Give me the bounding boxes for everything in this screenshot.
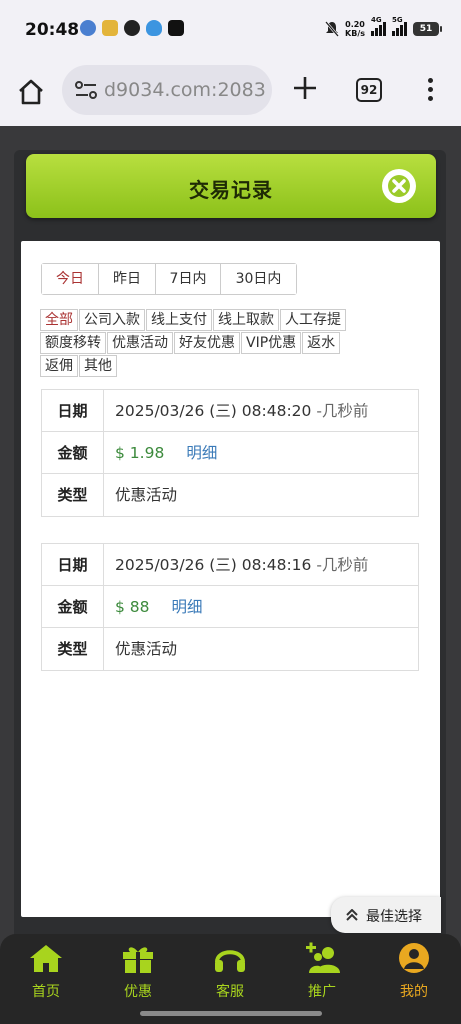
record-date: 2025/03/26 (三) 08:48:16 — [115, 556, 312, 574]
nav-referral[interactable]: 推广 — [292, 942, 352, 1001]
url-text: d9034.com:2083 — [104, 79, 266, 101]
modal-header: 交易记录 — [26, 154, 436, 218]
transaction-panel: 今日 昨日 7日内 30日内 全部 公司入款 线上支付 线上取款 人工存提 额度… — [21, 241, 440, 917]
tab-switcher-button[interactable]: 92 — [356, 78, 382, 102]
filter-transfer[interactable]: 额度移转 — [40, 332, 106, 354]
home-icon[interactable] — [16, 77, 46, 107]
filter-online-payment[interactable]: 线上支付 — [146, 309, 212, 331]
record-amount: $ 1.98 — [115, 444, 165, 462]
filter-all[interactable]: 全部 — [40, 309, 78, 331]
filter-online-withdraw[interactable]: 线上取款 — [213, 309, 279, 331]
record-type: 优惠活动 — [115, 640, 178, 658]
filter-commission[interactable]: 返佣 — [40, 355, 78, 377]
detail-link[interactable]: 明细 — [186, 444, 217, 462]
tiktok-icon — [168, 20, 184, 36]
gift-icon — [123, 947, 153, 973]
filter-rebate[interactable]: 返水 — [302, 332, 341, 354]
system-status-icons: 0.20 KB/s 4G 5G 51 — [325, 16, 442, 38]
nav-promotions[interactable]: 优惠 — [108, 942, 168, 1001]
record-date: 2025/03/26 (三) 08:48:20 — [115, 402, 312, 420]
status-time: 20:48 — [25, 20, 80, 40]
signal-5g: 5G — [392, 16, 407, 36]
nav-home[interactable]: 首页 — [16, 942, 76, 1001]
record-type-row: 类型 优惠活动 — [42, 474, 418, 516]
tab-today[interactable]: 今日 — [42, 264, 99, 294]
date-range-tabs: 今日 昨日 7日内 30日内 — [41, 263, 297, 295]
network-speed: 0.20 KB/s — [345, 20, 365, 38]
status-bar: 20:48 0.20 KB/s 4G 5G 51 — [0, 0, 461, 60]
notification-icons — [80, 20, 184, 36]
filter-promotion[interactable]: 优惠活动 — [107, 332, 173, 354]
tab-7-days[interactable]: 7日内 — [156, 264, 221, 294]
type-filter-group: 全部 公司入款 线上支付 线上取款 人工存提 额度移转 优惠活动 好友优惠 VI… — [40, 309, 400, 378]
user-icon — [399, 943, 429, 973]
browser-toolbar: d9034.com:2083 92 — [0, 60, 461, 126]
filter-vip-bonus[interactable]: VIP优惠 — [241, 332, 302, 354]
address-bar[interactable]: d9034.com:2083 — [62, 65, 272, 115]
detail-link[interactable]: 明细 — [172, 598, 203, 616]
filter-other[interactable]: 其他 — [79, 355, 117, 377]
add-users-icon — [306, 942, 340, 973]
modal-title: 交易记录 — [189, 178, 273, 202]
more-menu-icon[interactable] — [422, 76, 438, 104]
close-icon — [388, 175, 410, 197]
chat-bubble-icon — [124, 20, 140, 36]
double-chevron-up-icon — [346, 909, 358, 921]
app-notification-icon — [102, 20, 118, 36]
app-notification-icon — [80, 20, 96, 36]
best-choice-button[interactable]: 最佳选择 — [331, 897, 441, 933]
record-amount-row: 金额 $ 1.98 明细 — [42, 432, 418, 474]
new-tab-plus-icon[interactable] — [292, 75, 318, 101]
filter-company-deposit[interactable]: 公司入款 — [79, 309, 145, 331]
headset-icon — [215, 950, 245, 972]
close-button[interactable] — [382, 169, 416, 203]
bell-off-icon — [325, 21, 339, 37]
filter-friend-bonus[interactable]: 好友优惠 — [174, 332, 240, 354]
battery-icon: 51 — [413, 22, 442, 36]
record-date-row: 日期 2025/03/26 (三) 08:48:20 -几秒前 — [42, 390, 418, 432]
signal-bars-icon — [371, 22, 386, 36]
tab-30-days[interactable]: 30日内 — [221, 264, 296, 294]
transaction-record: 日期 2025/03/26 (三) 08:48:16 -几秒前 金额 $ 88 明… — [41, 543, 419, 671]
record-ago: -几秒前 — [316, 556, 369, 574]
tab-yesterday[interactable]: 昨日 — [99, 264, 156, 294]
nav-support[interactable]: 客服 — [200, 942, 260, 1001]
record-amount: $ 88 — [115, 598, 150, 616]
site-settings-icon[interactable] — [74, 80, 98, 100]
best-choice-label: 最佳选择 — [366, 909, 422, 925]
signal-4g: 4G — [371, 16, 386, 36]
signal-bars-icon — [392, 22, 407, 36]
penguin-icon — [146, 20, 162, 36]
nav-profile[interactable]: 我的 — [384, 942, 444, 1001]
home-icon — [30, 945, 62, 972]
record-ago: -几秒前 — [316, 402, 369, 420]
filter-manual[interactable]: 人工存提 — [280, 309, 346, 331]
record-amount-row: 金额 $ 88 明细 — [42, 586, 418, 628]
record-date-row: 日期 2025/03/26 (三) 08:48:16 -几秒前 — [42, 544, 418, 586]
transaction-record: 日期 2025/03/26 (三) 08:48:20 -几秒前 金额 $ 1.9… — [41, 389, 419, 517]
record-type: 优惠活动 — [115, 486, 178, 504]
record-type-row: 类型 优惠活动 — [42, 628, 418, 670]
gesture-bar[interactable] — [140, 1011, 322, 1016]
